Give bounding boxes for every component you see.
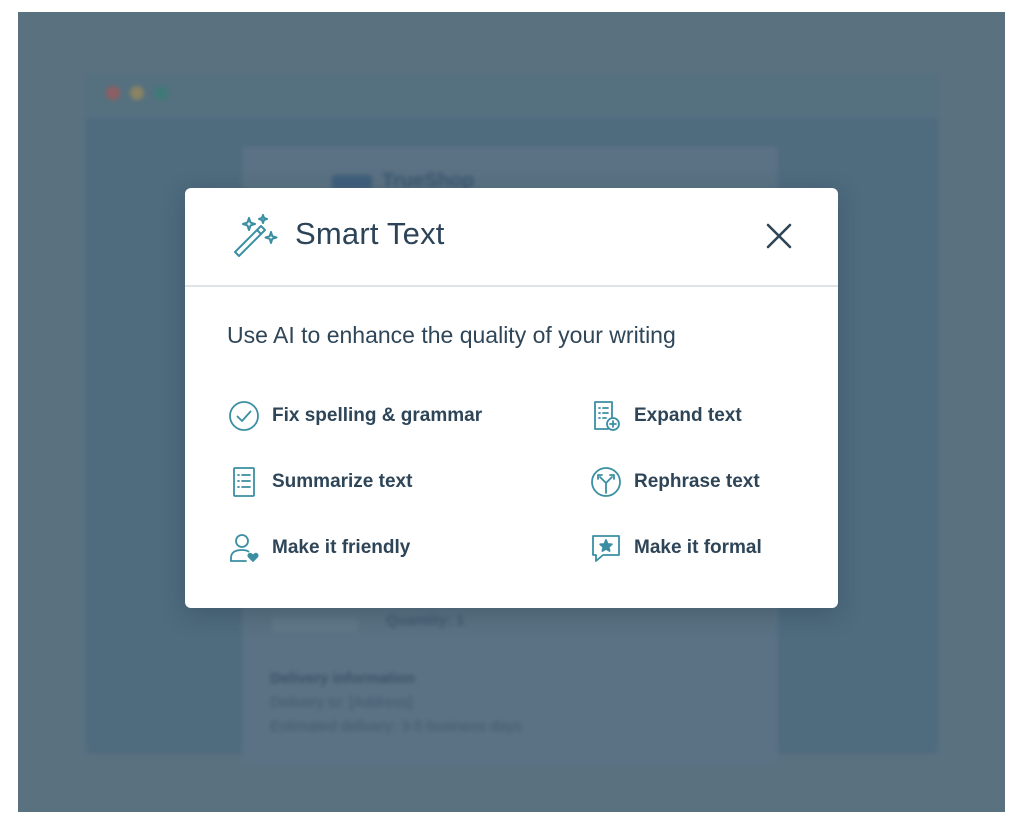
window-maximize-dot (154, 86, 168, 100)
window-titlebar (86, 74, 938, 117)
dialog-header: Smart Text (185, 188, 838, 287)
option-label: Summarize text (272, 471, 413, 492)
option-expand-text[interactable]: Expand text (589, 396, 742, 436)
background-quantity: Quantity: 1 (386, 612, 465, 629)
option-fix-spelling-grammar[interactable]: Fix spelling & grammar (227, 396, 482, 436)
smart-text-options: Fix spelling & grammar Expand text Summa… (227, 384, 807, 574)
check-circle-icon (227, 399, 261, 433)
background-delivery-heading: Delivery information (270, 670, 416, 687)
option-make-it-friendly[interactable]: Make it friendly (227, 528, 410, 568)
list-document-icon (227, 465, 261, 499)
option-label: Make it friendly (272, 537, 411, 558)
user-heart-icon (227, 531, 261, 565)
option-summarize-text[interactable]: Summarize text (227, 462, 412, 502)
option-label: Expand text (634, 405, 742, 426)
background-delivery-estimate: Estimated delivery: 3-5 business days (270, 718, 522, 735)
star-speech-bubble-icon (589, 531, 623, 565)
diverge-arrows-icon (589, 465, 623, 499)
option-label: Fix spelling & grammar (272, 405, 483, 426)
close-button[interactable] (761, 218, 797, 254)
background-delivery-to: Delivery to: [Address] (270, 694, 413, 711)
option-label: Rephrase text (634, 471, 760, 492)
background-thumbnail (272, 618, 358, 632)
smart-text-dialog: Smart Text Use AI to enhance the quality… (185, 188, 838, 608)
dialog-subtitle: Use AI to enhance the quality of your wr… (227, 322, 676, 348)
window-minimize-dot (130, 86, 144, 100)
option-make-it-formal[interactable]: Make it formal (589, 528, 762, 568)
option-label: Make it formal (634, 537, 762, 558)
dialog-title: Smart Text (295, 216, 445, 251)
close-icon (766, 223, 792, 249)
document-plus-icon (589, 399, 623, 433)
option-rephrase-text[interactable]: Rephrase text (589, 462, 760, 502)
magic-wand-icon (231, 212, 279, 260)
brand-logo-icon (332, 174, 372, 189)
window-close-dot (106, 86, 120, 100)
